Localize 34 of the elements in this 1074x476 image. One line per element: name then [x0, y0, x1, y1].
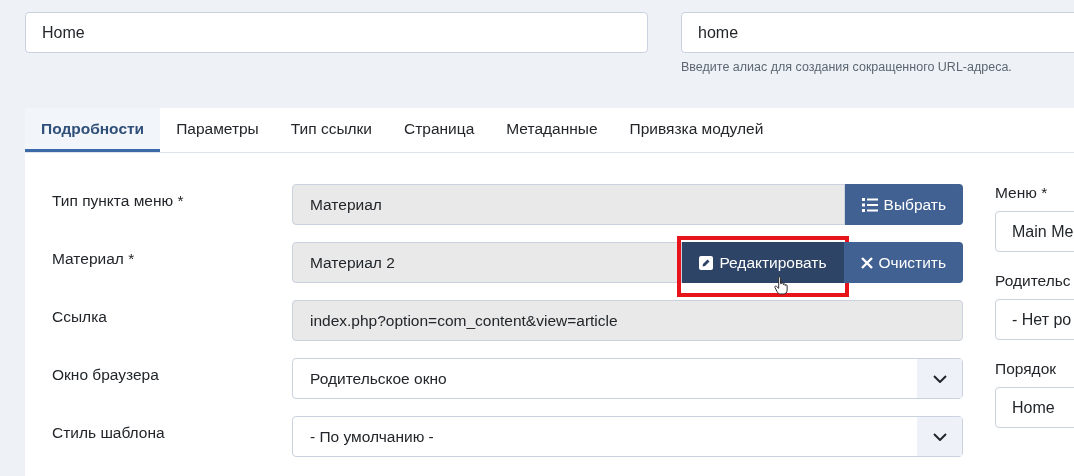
- tab[interactable]: Подробности: [25, 108, 161, 152]
- field-label: Меню *: [995, 184, 1049, 202]
- tab[interactable]: Тип ссылки: [274, 108, 389, 152]
- select-field[interactable]: Main Me: [995, 211, 1074, 252]
- field-label: Стиль шаблона: [52, 423, 166, 443]
- select-field[interactable]: Home: [995, 387, 1074, 428]
- select-field[interactable]: Родительское окно: [292, 358, 963, 399]
- alias-field[interactable]: home: [681, 12, 1074, 53]
- readonly-field[interactable]: index.php?option=com_content&view=article: [292, 300, 963, 341]
- tab[interactable]: Привязка модулей: [613, 108, 780, 152]
- title-field[interactable]: Home: [25, 12, 648, 53]
- chevron-down-icon: [932, 432, 947, 441]
- edit-button[interactable]: Редактировать: [682, 242, 844, 283]
- readonly-field[interactable]: Материал: [292, 184, 845, 225]
- field-label: Родительс: [995, 272, 1072, 290]
- edit-icon: [699, 255, 714, 270]
- chevron-down-icon: [932, 374, 947, 383]
- field-label: Материал *: [52, 249, 136, 269]
- field-label: Порядок: [995, 360, 1058, 378]
- tab[interactable]: Страница: [388, 108, 491, 152]
- list-icon: [861, 197, 878, 212]
- field-label: Ссылка: [52, 307, 108, 327]
- hand-cursor-icon: [774, 276, 790, 295]
- list-button[interactable]: Выбрать: [844, 184, 963, 225]
- field-label: Окно браузера: [52, 365, 160, 385]
- select-field[interactable]: - Нет ро: [995, 299, 1074, 340]
- select-field[interactable]: - По умолчанию -: [292, 416, 963, 457]
- field-label: Тип пункта меню *: [52, 191, 185, 211]
- tab[interactable]: Метаданные: [490, 108, 614, 152]
- readonly-field[interactable]: Материал 2: [292, 242, 683, 283]
- close-icon: [860, 256, 873, 269]
- tab[interactable]: Параметры: [160, 108, 275, 152]
- alias-hint: Введите алиас для создания сокращенного URL-адреса.: [681, 60, 1013, 74]
- close-button[interactable]: Очистить: [843, 242, 963, 283]
